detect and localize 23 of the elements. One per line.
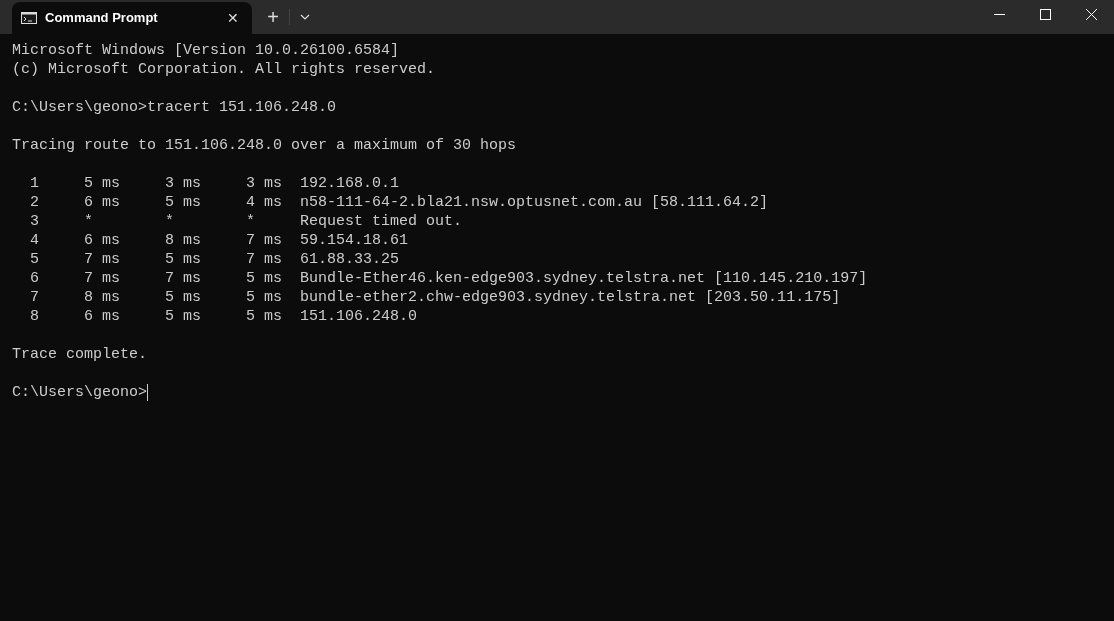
output-line: C:\Users\geono>tracert 151.106.248.0 (12, 98, 337, 117)
maximize-icon (1039, 8, 1051, 20)
output-line: 4 6 ms 8 ms 7 ms 59.154.18.61 (29, 231, 409, 250)
tab-title: Command Prompt (45, 9, 159, 28)
chevron-down-icon (300, 14, 310, 20)
output-line: 5 7 ms 5 ms 7 ms 61.88.33.25 (29, 250, 400, 269)
terminal-icon (21, 12, 37, 24)
new-tab-button[interactable]: + (262, 5, 284, 29)
prompt-line: C:\Users\geono> (12, 383, 148, 402)
tab[interactable]: Command Prompt ✕ (12, 2, 252, 34)
output-line: 3 * * * Request timed out. (29, 212, 463, 231)
output-line: 8 6 ms 5 ms 5 ms 151.106.248.0 (29, 307, 418, 326)
output-line: (c) Microsoft Corporation. All rights reserved. (12, 60, 436, 79)
close-tab-button[interactable]: ✕ (223, 8, 243, 28)
output-line: Trace complete. (12, 345, 148, 364)
output-line: Microsoft Windows [Version 10.0.26100.6584] (12, 41, 400, 60)
minimize-icon (993, 13, 1005, 15)
output-line: Tracing route to 151.106.248.0 over a maximum of 30 hops (12, 136, 517, 155)
output-line: 6 7 ms 7 ms 5 ms Bundle-Ether46.ken-edge903.sydney.telstra.net [110.145.210.197] (29, 269, 868, 288)
output-line: 1 5 ms 3 ms 3 ms 192.168.0.1 (29, 174, 400, 193)
output-line: 2 6 ms 5 ms 4 ms n58-111-64-2.bla21.nsw.optusnet.com.au [58.111.64.2] (29, 193, 769, 212)
output-line: 7 8 ms 5 ms 5 ms bundle-ether2.chw-edge903.sydney.telstra.net [203.50.11.175] (29, 288, 841, 307)
close-icon (1085, 8, 1097, 20)
